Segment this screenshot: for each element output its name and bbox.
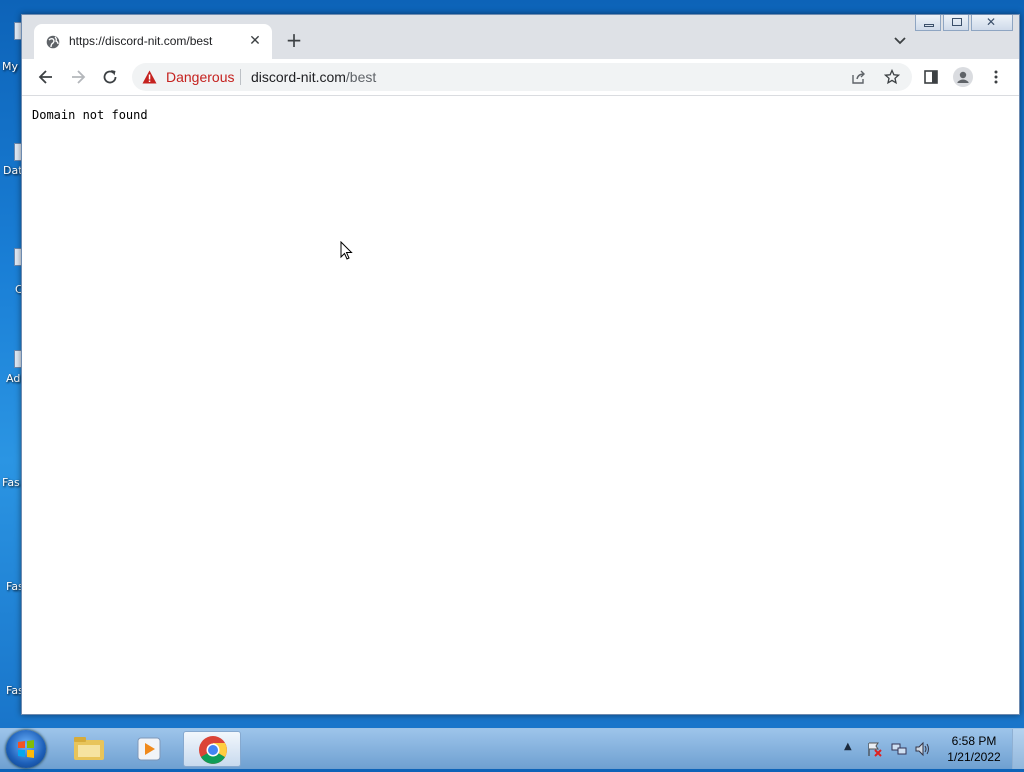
reload-icon[interactable] xyxy=(101,68,119,86)
tab-close-icon[interactable]: ✕ xyxy=(246,32,264,50)
url-text[interactable]: discord-nit.com/best xyxy=(251,69,376,85)
minimize-button[interactable] xyxy=(915,15,941,31)
volume-icon[interactable] xyxy=(914,741,930,757)
taskbar-explorer-button[interactable] xyxy=(60,731,118,767)
system-clock[interactable]: 6:58 PM 1/21/2022 xyxy=(938,733,1010,765)
window-controls: ✕ xyxy=(915,15,1013,33)
back-arrow-icon[interactable] xyxy=(37,68,55,86)
globe-icon xyxy=(46,35,60,49)
windows-logo-icon xyxy=(18,740,34,758)
clock-date: 1/21/2022 xyxy=(947,750,1001,764)
close-window-button[interactable]: ✕ xyxy=(971,15,1013,31)
media-player-icon xyxy=(137,737,161,761)
desktop-icon-label[interactable]: Dat xyxy=(3,164,23,177)
bookmark-star-icon[interactable] xyxy=(884,69,900,85)
chrome-icon xyxy=(199,736,227,764)
taskbar: ▲ 6:58 PM 1/21/2022 xyxy=(0,728,1024,769)
url-path: /best xyxy=(345,69,377,85)
share-icon[interactable] xyxy=(851,69,867,85)
browser-toolbar: Dangerous discord-nit.com/best xyxy=(22,59,1019,96)
taskbar-chrome-button[interactable] xyxy=(183,731,241,767)
action-center-flag-icon[interactable] xyxy=(866,741,882,757)
desktop-icon-label[interactable]: Ad xyxy=(6,372,20,385)
tab-search-chevron-icon[interactable] xyxy=(892,32,908,48)
profile-avatar-icon[interactable] xyxy=(953,67,973,87)
address-bar[interactable]: Dangerous discord-nit.com/best xyxy=(132,63,912,91)
page-content: Domain not found xyxy=(22,96,1019,714)
tab-active[interactable]: https://discord-nit.com/best ✕ xyxy=(34,24,272,59)
browser-window: https://discord-nit.com/best ✕ + ✕ Dange… xyxy=(21,14,1020,715)
more-menu-icon[interactable] xyxy=(988,69,1004,85)
desktop-icon-label[interactable]: Fas xyxy=(2,476,20,489)
omnibox-separator xyxy=(240,69,241,85)
url-domain: discord-nit.com xyxy=(251,69,346,85)
tab-title: https://discord-nit.com/best xyxy=(69,34,213,48)
desktop-icon-label[interactable]: My xyxy=(2,60,18,73)
folder-icon xyxy=(74,737,104,760)
side-panel-icon[interactable] xyxy=(923,69,939,85)
show-hidden-icons-button[interactable]: ▲ xyxy=(844,741,860,757)
taskbar-media-player-button[interactable] xyxy=(120,731,178,767)
page-text: Domain not found xyxy=(32,108,148,122)
security-status-label[interactable]: Dangerous xyxy=(166,69,235,85)
clock-time: 6:58 PM xyxy=(951,734,997,748)
start-button[interactable] xyxy=(6,730,46,768)
show-desktop-button[interactable] xyxy=(1012,729,1024,769)
forward-arrow-icon[interactable] xyxy=(69,68,87,86)
restore-button[interactable] xyxy=(943,15,969,31)
mouse-cursor-icon xyxy=(340,241,353,260)
warning-triangle-icon[interactable] xyxy=(142,70,157,84)
new-tab-button[interactable]: + xyxy=(284,30,304,50)
network-icon[interactable] xyxy=(891,741,907,757)
tab-strip: https://discord-nit.com/best ✕ + ✕ xyxy=(22,15,1019,59)
